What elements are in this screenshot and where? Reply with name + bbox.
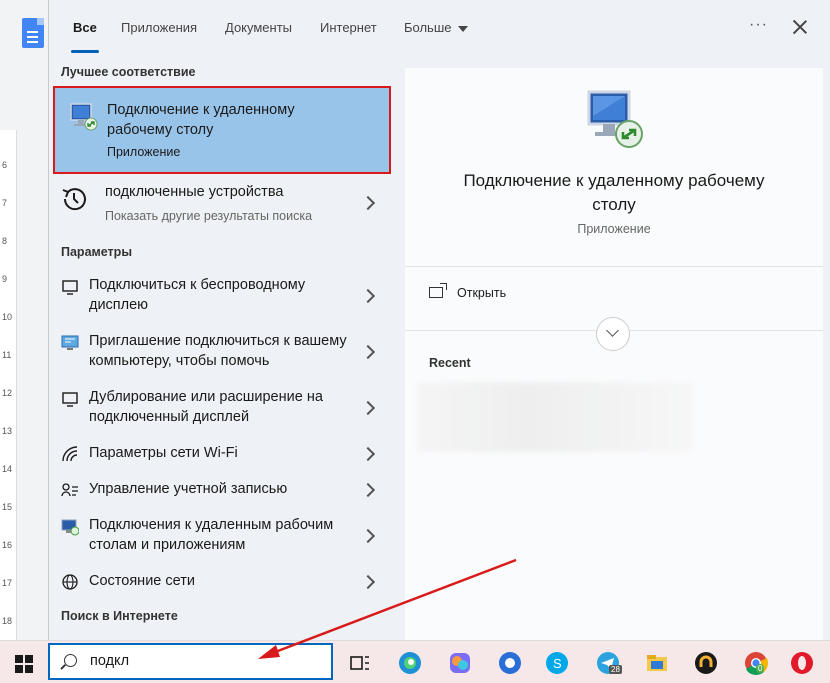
opera-icon[interactable] (790, 651, 814, 675)
chevron-right-icon (360, 482, 376, 498)
chevron-right-icon (360, 574, 376, 590)
tab-all[interactable]: Все (73, 20, 97, 35)
settings-item-label: Подключиться к беспроводному дисплею (89, 277, 306, 313)
settings-item[interactable]: Приглашение подключиться к вашему компью… (49, 330, 389, 374)
vertical-ruler: 6 7 8 9 10 11 12 13 14 15 16 17 18 (0, 130, 17, 640)
tab-documents[interactable]: Документы (225, 20, 292, 35)
monitor-icon (62, 280, 78, 295)
active-tab-indicator (71, 50, 99, 53)
recent-heading: Recent (429, 356, 471, 370)
chevron-right-icon (360, 344, 376, 360)
close-icon[interactable] (791, 18, 809, 36)
settings-item[interactable]: Параметры сети Wi-Fi (49, 442, 389, 466)
settings-heading: Параметры (61, 245, 132, 259)
remote-desktop-icon (587, 90, 643, 148)
settings-item[interactable]: Подключиться к беспроводному дисплею (49, 274, 389, 318)
docs-icon (22, 18, 44, 48)
taskbar-search-box[interactable] (48, 643, 333, 680)
settings-item[interactable]: Подключения к удаленным рабочим столам и… (49, 514, 389, 558)
best-match-subtitle: Приложение (107, 145, 181, 159)
search-icon (64, 654, 77, 667)
task-view-icon[interactable] (348, 651, 372, 675)
best-match-title: Подключение к удаленному рабочему столу (107, 102, 295, 138)
messenger-icon[interactable] (498, 651, 522, 675)
suggestion-subtitle: Показать другие результаты поиска (105, 209, 313, 223)
chevron-down-icon[interactable] (596, 317, 630, 351)
more-options-icon[interactable]: ··· (749, 16, 768, 34)
suggestion-item[interactable]: подключенные устройства Показать другие … (49, 180, 389, 226)
globe-icon (62, 574, 78, 590)
remote-desktop-icon (70, 103, 98, 131)
chevron-right-icon (360, 288, 376, 304)
detail-subtitle: Приложение (577, 222, 651, 236)
windows-start-icon[interactable] (15, 655, 33, 673)
chevron-right-icon (360, 446, 376, 462)
tab-more[interactable]: Больше (404, 20, 468, 35)
tab-more-label: Больше (404, 20, 452, 35)
file-explorer-icon[interactable] (645, 651, 669, 675)
search-input[interactable] (88, 652, 322, 670)
recent-list-blurred (417, 382, 693, 452)
telegram-badge: 28 (609, 665, 622, 674)
settings-item-label: Подключения к удаленным рабочим столам и… (89, 517, 334, 553)
suggestion-title: подключенные устройства (105, 184, 284, 200)
open-action[interactable]: Открыть (429, 283, 507, 300)
remote-connections-icon (61, 519, 79, 536)
settings-item[interactable]: Дублирование или расширение на подключен… (49, 386, 389, 430)
svg-text:S: S (553, 656, 562, 671)
settings-item-label: Управление учетной записью (89, 481, 288, 497)
wifi-icon (62, 446, 78, 462)
skype-icon[interactable]: S (545, 651, 569, 675)
copilot-icon[interactable] (448, 651, 472, 675)
best-match-heading: Лучшее соответствие (61, 65, 196, 79)
open-label: Открыть (457, 286, 507, 300)
settings-item-label: Приглашение подключиться к вашему компью… (89, 333, 347, 369)
detail-pane: Подключение к удаленному рабочему столу … (405, 68, 823, 640)
open-icon (429, 283, 447, 298)
chevron-right-icon (360, 400, 376, 416)
detail-title: Подключение к удаленному рабочему столу (463, 171, 765, 214)
tab-web[interactable]: Интернет (320, 20, 377, 35)
vpn-app-icon[interactable] (694, 651, 718, 675)
detail-header: Подключение к удаленному рабочему столу … (405, 68, 823, 267)
settings-item-label: Состояние сети (89, 573, 195, 589)
taskbar: S 28 0 (0, 640, 830, 683)
settings-item[interactable]: Управление учетной записью (49, 478, 389, 502)
remote-assist-icon (61, 335, 79, 350)
edge-browser-icon[interactable] (398, 651, 422, 675)
settings-item[interactable]: Состояние сети (49, 570, 389, 594)
account-icon (61, 483, 78, 497)
monitor-icon (62, 392, 78, 407)
settings-item-label: Дублирование или расширение на подключен… (89, 389, 323, 425)
settings-item-label: Параметры сети Wi-Fi (89, 445, 238, 461)
history-icon (62, 188, 86, 211)
caret-down-icon (457, 25, 468, 32)
best-match-item[interactable]: Подключение к удаленному рабочему столу … (53, 86, 391, 174)
web-search-heading: Поиск в Интернете (61, 609, 178, 623)
search-panel: Все Приложения Документы Интернет Больше… (48, 0, 830, 640)
tab-apps[interactable]: Приложения (121, 20, 197, 35)
search-tabs: Все Приложения Документы Интернет Больше… (49, 0, 830, 56)
chevron-right-icon (360, 528, 376, 544)
